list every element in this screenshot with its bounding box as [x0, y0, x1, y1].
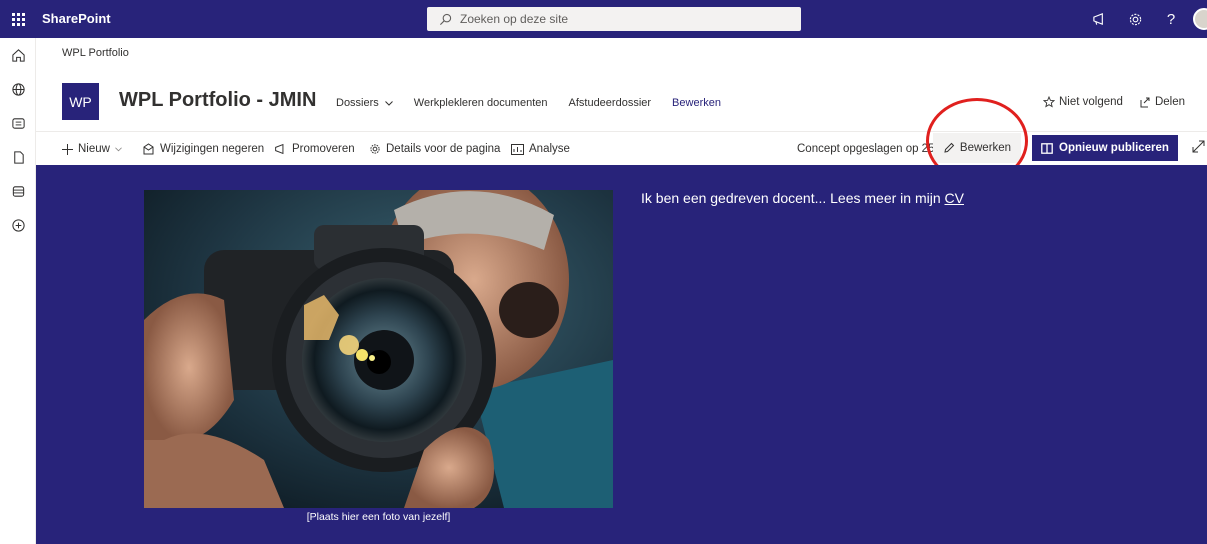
list-icon[interactable]	[0, 174, 36, 208]
nav-item-werkplekleren[interactable]: Werkplekleren documenten	[414, 97, 548, 109]
plus-icon	[62, 143, 73, 155]
cv-link[interactable]: CV	[945, 190, 964, 206]
chevron-down-icon	[384, 97, 393, 109]
publish-label: Opnieuw publiceren	[1059, 142, 1169, 154]
page-details-button[interactable]: Details voor de pagina	[369, 132, 500, 166]
megaphone-icon	[275, 143, 284, 155]
page-canvas: [Plaats hier een foto van jezelf] Ik ben…	[36, 165, 1207, 544]
gear-icon	[370, 144, 380, 154]
profile-photo[interactable]	[144, 190, 613, 508]
document-icon[interactable]	[0, 140, 36, 174]
home-icon[interactable]	[0, 38, 36, 72]
follow-button[interactable]: Niet volgend	[1043, 96, 1123, 108]
details-label: Details voor de pagina	[386, 143, 501, 155]
edit-label: Bewerken	[959, 142, 1012, 154]
news-icon[interactable]	[0, 106, 36, 140]
app-launcher-icon[interactable]	[0, 0, 36, 38]
nav-edit-link[interactable]: Bewerken	[672, 97, 721, 109]
edit-button[interactable]: Bewerken	[933, 133, 1021, 163]
analytics-label: Analyse	[529, 143, 570, 155]
discard-label: Wijzigingen negeren	[160, 143, 265, 155]
follow-label: Niet volgend	[1059, 96, 1123, 108]
search-placeholder: Zoeken op deze site	[460, 12, 569, 26]
chevron-down-icon	[115, 146, 122, 151]
pencil-icon	[944, 142, 955, 153]
add-icon[interactable]	[0, 208, 36, 242]
search-icon	[439, 13, 452, 26]
nav-item-label: Dossiers	[336, 97, 379, 109]
discard-changes-button[interactable]: Wijzigingen negeren	[142, 132, 264, 166]
megaphone-icon[interactable]	[1081, 0, 1117, 38]
image-caption[interactable]: [Plaats hier een foto van jezelf]	[144, 511, 613, 523]
search-box[interactable]: Zoeken op deze site	[427, 7, 801, 31]
avatar[interactable]	[1193, 8, 1207, 30]
promote-button[interactable]: Promoveren	[274, 132, 355, 166]
site-logo[interactable]: WP	[62, 83, 99, 120]
globe-icon[interactable]	[0, 72, 36, 106]
app-brand[interactable]: SharePoint	[42, 11, 111, 26]
share-button[interactable]: Delen	[1139, 96, 1185, 108]
nav-item-dossiers[interactable]: Dossiers	[336, 97, 393, 109]
breadcrumb[interactable]: WPL Portfolio	[62, 47, 129, 59]
republish-button[interactable]: Opnieuw publiceren	[1032, 135, 1178, 161]
new-label: Nieuw	[78, 143, 110, 155]
share-icon	[1140, 97, 1150, 108]
gear-icon[interactable]	[1117, 0, 1153, 38]
star-icon	[1043, 96, 1055, 108]
help-icon[interactable]: ?	[1153, 0, 1189, 38]
intro-text: Ik ben een gedreven docent... Lees meer …	[641, 190, 945, 206]
share-label: Delen	[1154, 96, 1185, 108]
nav-item-afstudeerdossier[interactable]: Afstudeerdossier	[569, 97, 652, 109]
book-icon	[1041, 142, 1053, 154]
new-button[interactable]: Nieuw	[62, 132, 127, 166]
intro-text-block[interactable]: Ik ben een gedreven docent... Lees meer …	[641, 190, 964, 206]
left-rail	[0, 38, 36, 544]
site-actions: Niet volgend Delen	[1027, 96, 1185, 108]
site-title[interactable]: WPL Portfolio - JMIN	[119, 89, 316, 112]
suite-bar: SharePoint Zoeken op deze site ?	[0, 0, 1207, 38]
promote-label: Promoveren	[292, 143, 355, 155]
analytics-icon	[511, 143, 524, 155]
analytics-button[interactable]: Analyse	[511, 132, 570, 166]
expand-icon[interactable]	[1192, 140, 1205, 156]
site-navigation: Dossiers Werkplekleren documenten Afstud…	[336, 97, 742, 109]
discard-icon	[143, 143, 154, 155]
